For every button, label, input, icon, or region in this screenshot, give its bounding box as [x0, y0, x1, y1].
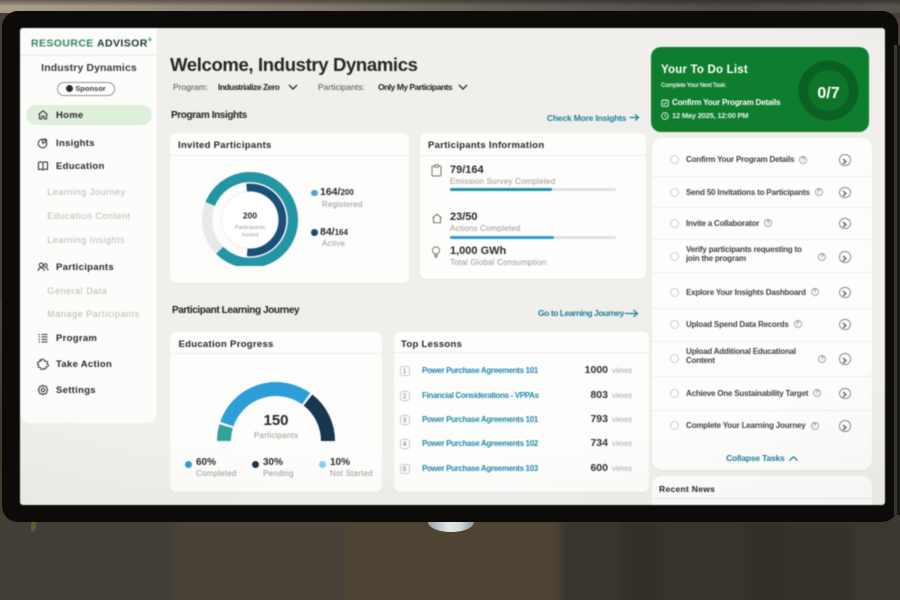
svg-text:Invited: Invited — [241, 233, 258, 239]
svg-text:Participants: Participants — [235, 225, 265, 231]
svg-text:200: 200 — [243, 211, 257, 221]
svg-text:0/7: 0/7 — [817, 85, 839, 102]
